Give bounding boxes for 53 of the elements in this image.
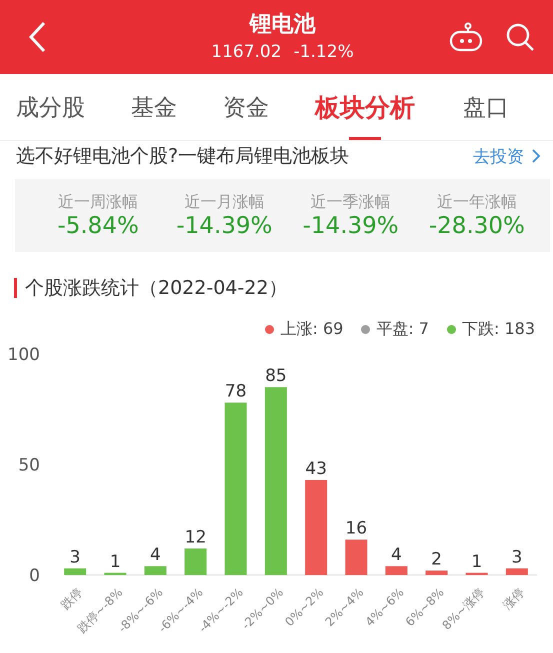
back-icon[interactable] xyxy=(28,21,46,53)
bar xyxy=(144,566,166,575)
tab[interactable]: 成分股 xyxy=(16,74,85,140)
bar xyxy=(64,568,86,575)
tab[interactable]: 盘口 xyxy=(463,74,509,140)
invest-link[interactable]: 去投资 xyxy=(473,144,541,168)
bar-value: 4 xyxy=(150,545,161,566)
bar-value: 3 xyxy=(70,547,80,568)
index-price: 1167.02 xyxy=(211,41,282,64)
bar xyxy=(345,540,368,575)
x-tick-label: 涨停 xyxy=(500,585,528,612)
search-icon[interactable] xyxy=(504,22,535,52)
y-tick-label: 100 xyxy=(8,345,40,365)
stat-value: -28.30% xyxy=(428,213,525,239)
legend-item: 上涨: 69 xyxy=(265,318,344,340)
bar xyxy=(506,568,528,575)
robot-icon[interactable] xyxy=(448,22,483,52)
bar-value: 85 xyxy=(265,366,287,386)
stat-label: 近一季涨幅 xyxy=(310,192,391,213)
bar xyxy=(466,572,488,575)
bar xyxy=(385,566,408,575)
tab[interactable]: 板块分析 xyxy=(315,74,415,140)
bar xyxy=(104,572,126,575)
bar-value: 43 xyxy=(305,458,327,479)
stat-value: -14.39% xyxy=(302,213,399,239)
stat-value: -5.84% xyxy=(57,213,139,239)
bar-value: 1 xyxy=(110,552,121,572)
bar-value: 2 xyxy=(431,550,442,570)
y-tick-label: 0 xyxy=(29,566,40,586)
index-change: -1.12% xyxy=(294,41,354,64)
chevron-right-icon xyxy=(532,149,541,163)
stat-value: -14.39% xyxy=(176,213,272,239)
section-title: 个股涨跌统计（2022-04-22） xyxy=(25,276,288,301)
bar-value: 3 xyxy=(512,547,522,568)
tab[interactable]: 资金 xyxy=(223,74,269,140)
stat-label: 近一月涨幅 xyxy=(184,192,264,213)
tab[interactable]: 基金 xyxy=(131,74,177,140)
page-title: 锂电池 xyxy=(249,11,316,39)
bar-value: 78 xyxy=(224,382,247,402)
bar xyxy=(184,548,207,575)
bar-value: 1 xyxy=(471,552,482,572)
bar-value: 12 xyxy=(184,527,206,548)
x-tick-label: 跌停 xyxy=(58,585,86,612)
section-marker xyxy=(14,278,17,298)
legend-item: 下跌: 183 xyxy=(446,318,535,340)
bar-value: 4 xyxy=(391,545,402,566)
bar-value: 16 xyxy=(345,518,368,539)
y-tick-label: 50 xyxy=(18,456,40,476)
bar xyxy=(426,570,448,575)
legend-item: 平盘: 7 xyxy=(361,318,429,340)
stat-label: 近一周涨幅 xyxy=(58,192,138,213)
promo-text: 选不好锂电池个股?一键布局锂电池板块 xyxy=(16,144,350,169)
stat-label: 近一年涨幅 xyxy=(436,192,517,213)
